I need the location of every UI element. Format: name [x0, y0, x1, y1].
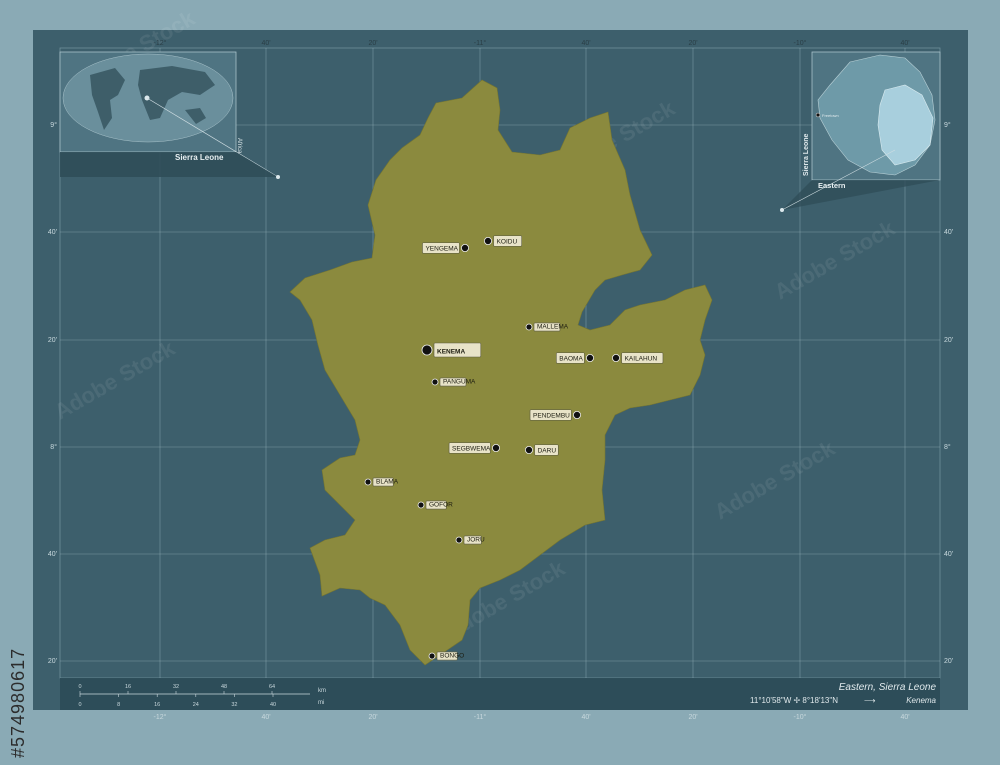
city-joru: JORU — [455, 535, 485, 545]
tick-label: -12° — [154, 39, 167, 47]
tick-label: -12° — [154, 713, 167, 721]
country-inset-capital-label: Freetown — [822, 113, 839, 118]
city-marker-icon — [525, 323, 533, 331]
map-figure: Adobe Stock Adobe Stock Adobe Stock Adob… — [0, 0, 1000, 765]
city-marker-icon — [364, 478, 372, 486]
city-marker-icon — [421, 344, 433, 356]
city-marker-icon — [460, 243, 469, 252]
city-marker-icon — [586, 353, 595, 362]
city-label: KENEMA — [437, 349, 465, 356]
city-label: KAILAHUN — [625, 355, 658, 362]
scale-km-tick: 32 — [173, 684, 179, 690]
tick-label: -11° — [474, 713, 487, 721]
city-label: KOIDU — [497, 238, 518, 245]
tick-label: 9° — [50, 121, 57, 129]
tick-label: 20' — [368, 714, 377, 721]
tick-label: 40' — [261, 714, 270, 721]
tick-label: 40' — [48, 551, 57, 558]
tick-label: -11° — [474, 39, 487, 47]
city-label: PANGUMA — [443, 379, 476, 386]
stock-id-strip: #574980617 — [4, 530, 34, 760]
region-coordinates: 11°10'58"W ✢ 8°18'13"N — [750, 696, 838, 705]
world-inset-continent-label: Africa — [236, 138, 242, 154]
tick-label: -10° — [794, 713, 807, 721]
tick-label: -10° — [794, 39, 807, 47]
tick-label: 20' — [48, 658, 57, 665]
city-marker-icon — [428, 652, 436, 660]
city-marker-icon — [525, 445, 534, 454]
map-canvas: Adobe Stock Adobe Stock Adobe Stock Adob… — [33, 5, 968, 721]
scale-mi-tick: 24 — [193, 702, 199, 708]
country-inset-country-label: Sierra Leone — [803, 133, 810, 176]
tick-label: 8° — [50, 443, 57, 451]
tick-label: 40' — [900, 714, 909, 721]
tick-label: 40' — [944, 551, 953, 558]
region-capital: Kenema — [906, 696, 936, 705]
city-marker-icon — [417, 501, 425, 509]
city-label: JORU — [467, 537, 485, 544]
scale-mi-tick: 16 — [154, 702, 160, 708]
region-title: Eastern, Sierra Leone — [839, 682, 937, 693]
tick-label: 40' — [581, 40, 590, 47]
city-marker-icon — [455, 536, 463, 544]
scale-km-tick: 16 — [125, 684, 131, 690]
bottom-tick-labels: -12° 40' 20' -11° 40' 20' -10° 40' — [154, 713, 910, 721]
tick-label: 40' — [581, 714, 590, 721]
city-marker-icon — [573, 410, 582, 419]
tick-label: 40' — [48, 229, 57, 236]
tick-label: 20' — [944, 658, 953, 665]
city-label: SEGBWEMA — [452, 445, 491, 452]
tick-label: 20' — [944, 337, 953, 344]
city-label: BLAMA — [376, 479, 399, 486]
tick-label: 8° — [944, 443, 951, 451]
stock-id: #574980617 — [8, 647, 28, 758]
tick-label: 20' — [368, 40, 377, 47]
scale-mi-label: mi — [318, 700, 324, 706]
scale-mi-tick: 0 — [78, 702, 81, 708]
arrow-icon: ⟶ — [864, 696, 876, 705]
city-marker-icon — [612, 353, 621, 362]
info-bar: 0 16 32 48 64 0 8 16 24 32 40 km mi Eastern, Sier… — [60, 678, 940, 710]
scale-mi-tick: 8 — [117, 702, 120, 708]
city-label: BONGO — [440, 653, 464, 660]
scale-km-tick: 0 — [78, 684, 81, 690]
tick-label: 9° — [944, 121, 951, 129]
scale-km-label: km — [318, 688, 326, 694]
tick-label: 20' — [688, 714, 697, 721]
city-marker-icon — [431, 378, 439, 386]
city-label: GOFOR — [429, 502, 453, 509]
tick-label: 40' — [900, 40, 909, 47]
world-inset-country-label: Sierra Leone — [175, 153, 224, 162]
tick-label: 20' — [688, 40, 697, 47]
scale-km-tick: 48 — [221, 684, 227, 690]
city-label: MALLEMA — [537, 324, 569, 331]
city-marker-icon — [483, 236, 492, 245]
city-label: PENDEMBU — [533, 412, 570, 419]
scale-mi-tick: 32 — [231, 702, 237, 708]
scale-km-tick: 64 — [269, 684, 275, 690]
city-label: YENGEMA — [425, 245, 458, 252]
city-label: DARU — [538, 447, 557, 454]
tick-label: 20' — [48, 337, 57, 344]
city-daru: DARU — [525, 444, 559, 456]
city-label: BAOMA — [559, 355, 583, 362]
scale-mi-tick: 40 — [270, 702, 276, 708]
tick-label: 40' — [944, 229, 953, 236]
tick-label: 40' — [261, 40, 270, 47]
city-marker-icon — [491, 443, 500, 452]
